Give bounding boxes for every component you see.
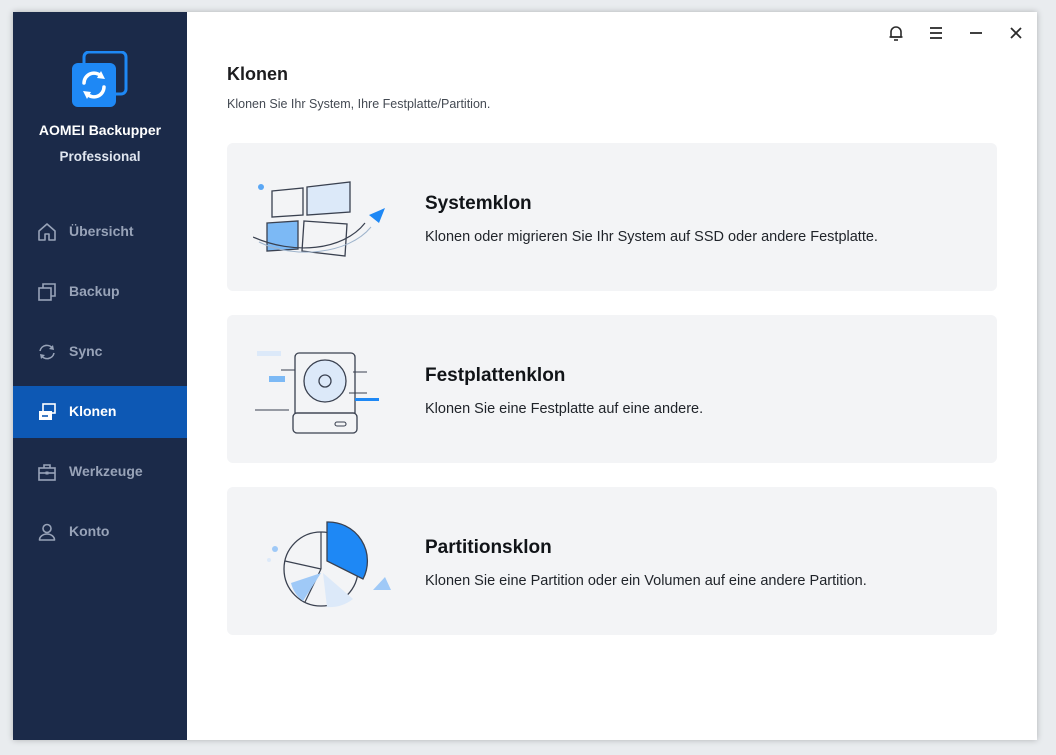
sidebar-item-werkzeuge[interactable]: Werkzeuge bbox=[13, 446, 187, 498]
sidebar-item-label: Konto bbox=[69, 523, 110, 539]
home-icon bbox=[38, 223, 56, 241]
sidebar-item-label: Klonen bbox=[69, 403, 117, 419]
copy-icon bbox=[38, 283, 56, 301]
sidebar-item-label: Werkzeuge bbox=[69, 463, 143, 479]
card-title: Partitionsklon bbox=[425, 537, 552, 558]
partition-clone-illustration bbox=[267, 521, 391, 608]
card-description: Klonen oder migrieren Sie Ihr System auf… bbox=[425, 229, 878, 245]
system-clone-illustration bbox=[253, 181, 385, 257]
card-title: Festplattenklon bbox=[425, 365, 566, 386]
minimize-icon[interactable] bbox=[965, 22, 987, 44]
system-clone-card[interactable]: Systemklon Klonen oder migrieren Sie Ihr… bbox=[227, 143, 997, 291]
card-title: Systemklon bbox=[425, 193, 532, 214]
app-logo-icon bbox=[72, 51, 128, 107]
sidebar-item-backup[interactable]: Backup bbox=[13, 266, 187, 318]
sidebar-item-label: Sync bbox=[69, 343, 103, 359]
sidebar-item-klonen[interactable]: Klonen bbox=[13, 386, 187, 438]
menu-icon[interactable] bbox=[925, 22, 947, 44]
sidebar-item-sync[interactable]: Sync bbox=[13, 326, 187, 378]
sidebar-item-label: Backup bbox=[69, 283, 120, 299]
sidebar-item-uebersicht[interactable]: Übersicht bbox=[13, 206, 187, 258]
sidebar-item-konto[interactable]: Konto bbox=[13, 506, 187, 558]
partition-clone-card[interactable]: Partitionsklon Klonen Sie eine Partition… bbox=[227, 487, 997, 635]
app-name: AOMEI Backupper bbox=[38, 122, 162, 138]
toolbox-icon bbox=[38, 464, 56, 481]
card-description: Klonen Sie eine Partition oder ein Volum… bbox=[425, 573, 867, 589]
bell-icon[interactable] bbox=[885, 22, 907, 44]
disk-clone-card[interactable]: Festplattenklon Klonen Sie eine Festplat… bbox=[227, 315, 997, 463]
app-window: AOMEI Backupper Professional Übersicht B… bbox=[13, 12, 1037, 740]
clone-icon bbox=[39, 403, 56, 420]
sidebar: AOMEI Backupper Professional Übersicht B… bbox=[13, 12, 187, 740]
disk-clone-illustration bbox=[255, 351, 379, 434]
user-icon bbox=[38, 523, 56, 541]
app-edition: Professional bbox=[59, 149, 141, 164]
page-title: Klonen bbox=[227, 64, 288, 84]
card-description: Klonen Sie eine Festplatte auf eine ande… bbox=[425, 401, 704, 417]
sync-icon bbox=[39, 344, 55, 360]
close-icon[interactable] bbox=[1005, 22, 1027, 44]
sidebar-item-label: Übersicht bbox=[69, 223, 134, 239]
page-subtitle: Klonen Sie Ihr System, Ihre Festplatte/P… bbox=[227, 97, 491, 111]
